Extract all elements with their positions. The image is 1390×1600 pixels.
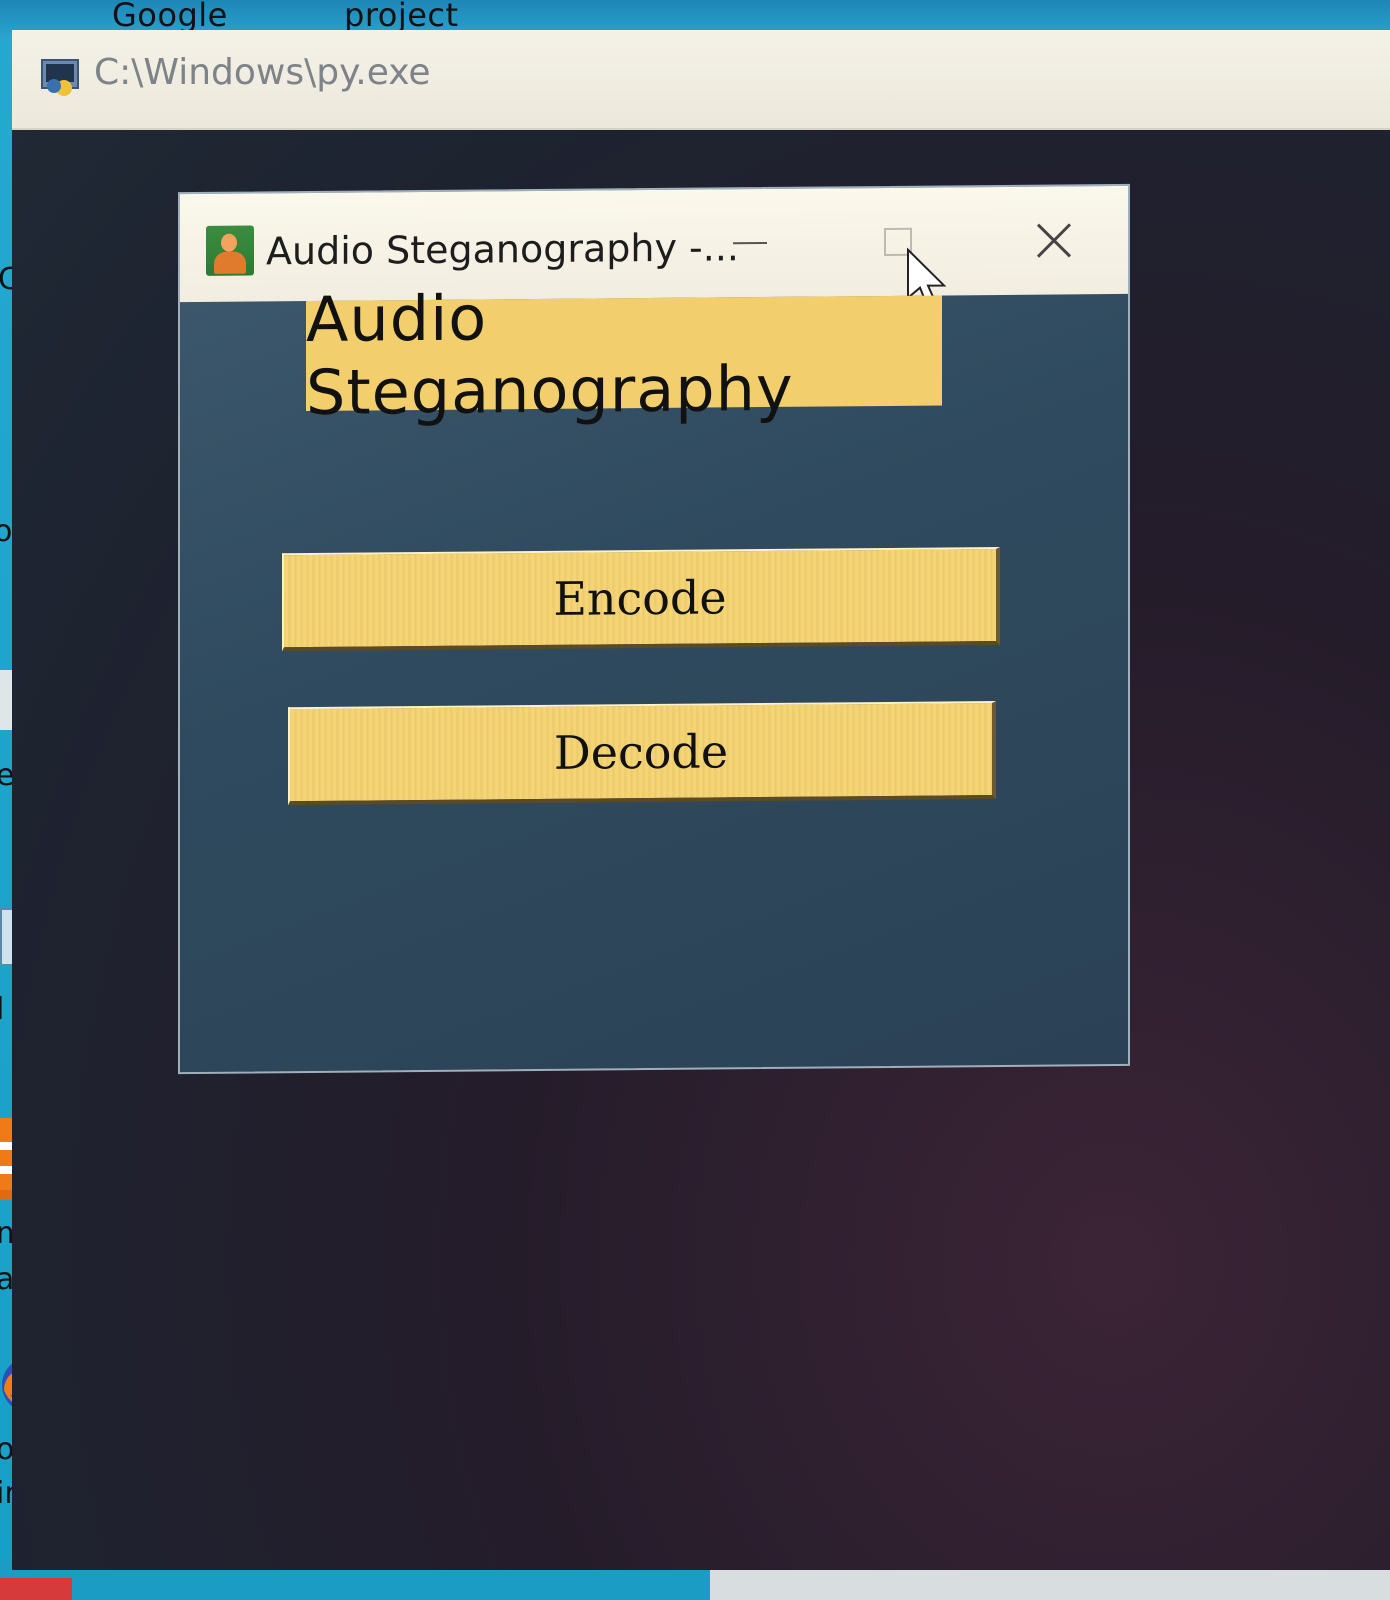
desktop-icon-label-project[interactable]: project bbox=[344, 0, 459, 34]
taskbar-item[interactable] bbox=[710, 1570, 1390, 1600]
user-app-icon bbox=[206, 225, 254, 276]
audio-steganography-window: Audio Steganography -... Audio Steganogr… bbox=[178, 183, 1130, 1075]
decode-button[interactable]: Decode bbox=[288, 701, 996, 806]
close-button[interactable] bbox=[1024, 212, 1084, 269]
minimize-icon bbox=[733, 242, 767, 245]
python-console-icon bbox=[40, 56, 82, 98]
taskbar-item[interactable] bbox=[0, 1578, 72, 1600]
desktop-icon-label-google[interactable]: Google bbox=[112, 0, 228, 34]
encode-button[interactable]: Encode bbox=[282, 546, 1000, 652]
console-title: C:\Windows\py.exe bbox=[94, 52, 431, 93]
console-window: C:\Windows\py.exe Audio Steganography -.… bbox=[12, 30, 1390, 1570]
console-title-bar[interactable]: C:\Windows\py.exe bbox=[12, 30, 1390, 130]
app-window-title: Audio Steganography -... bbox=[266, 225, 739, 274]
app-heading: Audio Steganography bbox=[306, 281, 942, 429]
minimize-button[interactable] bbox=[720, 215, 780, 272]
close-icon bbox=[1036, 223, 1072, 258]
